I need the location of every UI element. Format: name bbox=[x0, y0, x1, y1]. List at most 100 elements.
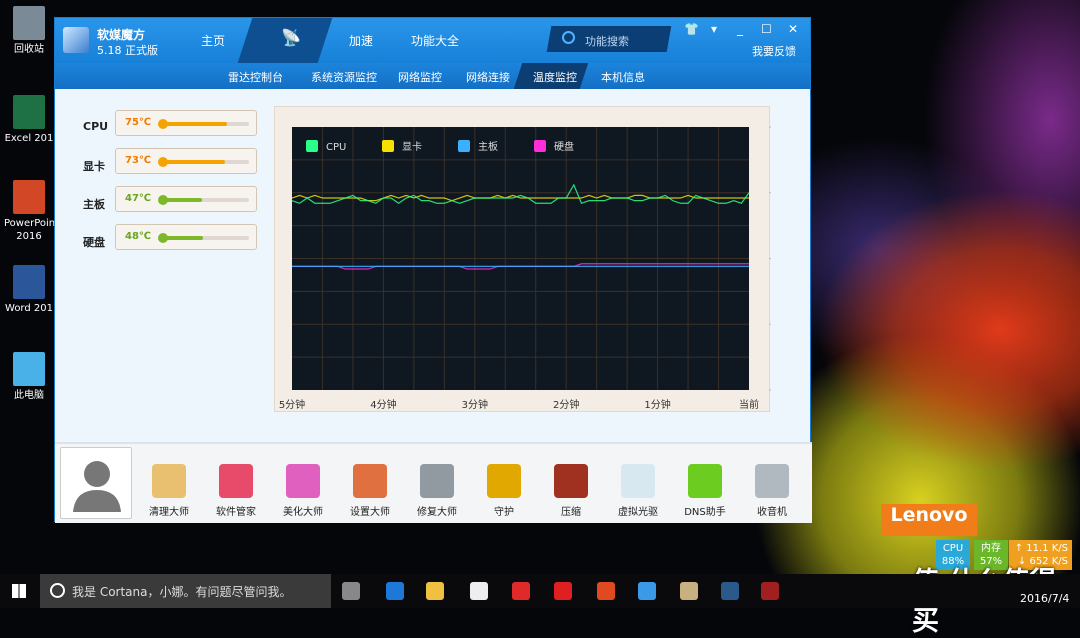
x-tick-label: 当前 bbox=[739, 398, 759, 411]
sensor-value: 47℃ bbox=[125, 193, 152, 204]
subnav-network-monitor[interactable]: 网络监控 bbox=[398, 69, 442, 85]
sensor-label: 主板 bbox=[83, 198, 105, 211]
tool-label: 收音机 bbox=[757, 507, 787, 518]
store-icon[interactable] bbox=[470, 582, 488, 600]
icon-label: 此电脑 bbox=[14, 390, 44, 401]
x-tick-label: 5分钟 bbox=[279, 398, 305, 411]
app-window: 软媒魔方 5.18 正式版 主页 📡 加速 功能大全 功能搜索 👕 ▾ _ ☐ … bbox=[54, 17, 812, 523]
sub-nav: 雷达控制台 系统资源监控 网络监控 网络连接 温度监控 本机信息 bbox=[55, 63, 810, 89]
legend-swatch bbox=[534, 140, 546, 152]
nav-home[interactable]: 主页 bbox=[201, 32, 225, 49]
x-tick-label: 1分钟 bbox=[644, 398, 670, 411]
desktop-icon-recycle-bin[interactable]: 回收站 bbox=[4, 6, 54, 56]
sensor-bar-knob bbox=[158, 233, 168, 243]
sensor-value: 73℃ bbox=[125, 155, 152, 166]
dota2-icon[interactable] bbox=[761, 582, 779, 600]
cortana-search-box[interactable]: 我是 Cortana，小娜。有问题尽管问我。 bbox=[40, 574, 331, 608]
sensor-label: CPU bbox=[83, 120, 109, 133]
maximize-icon[interactable]: ☐ bbox=[761, 22, 772, 36]
minimize-icon[interactable]: _ bbox=[737, 22, 743, 36]
radar-dish-icon: 📡 bbox=[281, 28, 301, 47]
title-bar: 软媒魔方 5.18 正式版 主页 📡 加速 功能大全 功能搜索 👕 ▾ _ ☐ … bbox=[55, 18, 810, 63]
user-avatar[interactable] bbox=[60, 447, 132, 519]
tool-icon bbox=[554, 464, 588, 498]
tool-icon bbox=[487, 464, 521, 498]
face-app-icon[interactable] bbox=[597, 582, 615, 600]
nav-speedup[interactable]: 加速 bbox=[349, 32, 373, 49]
tool-0[interactable]: 清理大师 bbox=[139, 464, 199, 518]
box-app-icon[interactable] bbox=[554, 582, 572, 600]
tool-label: 守护 bbox=[494, 507, 514, 518]
tool-icon bbox=[420, 464, 454, 498]
subnav-system-info[interactable]: 本机信息 bbox=[601, 69, 645, 85]
app-name: 软媒魔方 bbox=[97, 28, 146, 42]
desktop-icon-powerpoint[interactable]: PowerPoint 2016 bbox=[4, 180, 59, 243]
legend-swatch bbox=[458, 140, 470, 152]
edge-icon[interactable] bbox=[386, 582, 404, 600]
menu-dropdown-icon[interactable]: ▾ bbox=[711, 22, 717, 36]
sensor-gauge: 48℃ bbox=[115, 224, 257, 250]
excel-icon bbox=[13, 95, 45, 129]
subnav-system-monitor[interactable]: 系统资源监控 bbox=[311, 69, 377, 85]
temperature-chart: 100℃75℃50℃25℃0℃5分钟4分钟3分钟2分钟1分钟当前CPU显卡主板硬… bbox=[279, 123, 810, 411]
subnav-network-connections[interactable]: 网络连接 bbox=[466, 69, 510, 85]
sensor-gauge: 73℃ bbox=[115, 148, 257, 174]
steam-icon[interactable] bbox=[721, 582, 739, 600]
feedback-link[interactable]: 我要反馈 bbox=[752, 43, 796, 59]
sensor-bar-fill bbox=[161, 122, 227, 126]
tool-label: 清理大师 bbox=[149, 507, 189, 518]
lenovo-logo: Lenovo bbox=[881, 504, 977, 536]
icon-label: Word 201 bbox=[5, 303, 53, 314]
sensor-value: 48℃ bbox=[125, 231, 152, 242]
paint-icon[interactable] bbox=[680, 582, 698, 600]
reader-icon[interactable] bbox=[512, 582, 530, 600]
search-icon bbox=[562, 31, 575, 44]
sensor-label: 显卡 bbox=[83, 160, 105, 173]
tool-9[interactable]: 收音机 bbox=[742, 464, 802, 518]
subnav-radar-console[interactable]: 雷达控制台 bbox=[228, 69, 283, 85]
subnav-temperature-monitor[interactable]: 温度监控 bbox=[533, 69, 577, 85]
legend-swatch bbox=[382, 140, 394, 152]
desktop-icon-word[interactable]: Word 201 bbox=[4, 265, 54, 315]
nav-features[interactable]: 功能大全 bbox=[411, 32, 459, 49]
cortana-icon bbox=[50, 583, 65, 598]
tool-label: DNS助手 bbox=[684, 507, 726, 518]
tool-8[interactable]: DNS助手 bbox=[675, 464, 735, 518]
sensor-label: 硬盘 bbox=[83, 236, 105, 249]
sensor-bar-track bbox=[158, 195, 249, 205]
tool-label: 软件管家 bbox=[216, 507, 256, 518]
tool-3[interactable]: 设置大师 bbox=[340, 464, 400, 518]
desktop-icon-excel[interactable]: Excel 201 bbox=[4, 95, 54, 145]
clock-date[interactable]: 2016/7/4 bbox=[1020, 592, 1069, 605]
sensor-value: 75℃ bbox=[125, 117, 152, 128]
tool-7[interactable]: 虚拟光驱 bbox=[608, 464, 668, 518]
skin-shirt-icon[interactable]: 👕 bbox=[684, 22, 699, 36]
task-view-icon[interactable] bbox=[342, 582, 360, 600]
file-explorer-icon[interactable] bbox=[426, 582, 444, 600]
cpu-label: CPU bbox=[942, 543, 964, 554]
powerpoint-icon bbox=[13, 180, 45, 214]
tool-6[interactable]: 压缩 bbox=[541, 464, 601, 518]
tool-1[interactable]: 软件管家 bbox=[206, 464, 266, 518]
word-icon bbox=[13, 265, 45, 299]
tool-label: 美化大师 bbox=[283, 507, 323, 518]
cortana-placeholder: 我是 Cortana，小娜。有问题尽管问我。 bbox=[72, 585, 292, 599]
upload-speed: 11.1 K/S bbox=[1026, 543, 1068, 554]
taskbar: 我是 Cortana，小娜。有问题尽管问我。 2016/7/4 bbox=[0, 574, 1080, 608]
legend-label: 硬盘 bbox=[554, 140, 574, 153]
tool-5[interactable]: 守护 bbox=[474, 464, 534, 518]
icon-label: PowerPoint 2016 bbox=[4, 218, 60, 242]
windows-start-icon[interactable] bbox=[12, 584, 26, 598]
legend-label: 主板 bbox=[478, 140, 498, 153]
tool-bar: 清理大师 软件管家 美化大师 设置大师 修复大师 守护 压缩 虚拟光驱 DNS助手 收音机 bbox=[55, 442, 812, 523]
tool-icon bbox=[353, 464, 387, 498]
sensor-bar-fill bbox=[161, 160, 226, 164]
user-silhouette-icon bbox=[73, 461, 121, 512]
desktop-icon-this-pc[interactable]: 此电脑 bbox=[4, 352, 54, 402]
tool-2[interactable]: 美化大师 bbox=[273, 464, 333, 518]
rubik-cube-icon[interactable] bbox=[638, 582, 656, 600]
close-icon[interactable]: ✕ bbox=[788, 22, 798, 36]
tool-4[interactable]: 修复大师 bbox=[407, 464, 467, 518]
tool-icon bbox=[286, 464, 320, 498]
sensor-bar-knob bbox=[158, 157, 168, 167]
